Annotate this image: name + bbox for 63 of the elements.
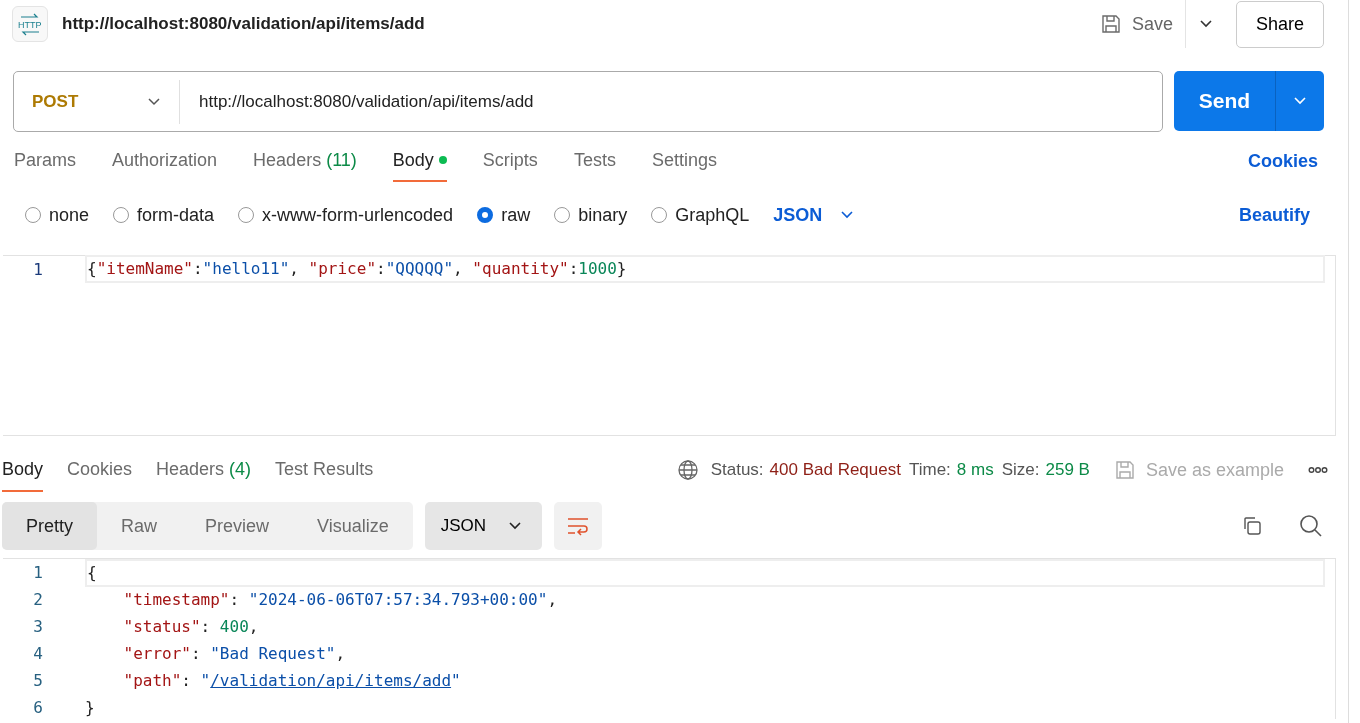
time-value: 8 ms	[956, 460, 994, 480]
search-icon[interactable]	[1298, 513, 1324, 539]
status-label: Status:	[710, 460, 764, 480]
method-dropdown[interactable]: POST	[14, 79, 180, 124]
save-button[interactable]: Save	[1087, 0, 1186, 48]
line-number: 5	[32, 671, 44, 690]
send-button[interactable]: Send	[1174, 71, 1276, 131]
request-tab[interactable]: Tests	[573, 140, 616, 182]
chevron-down-icon	[147, 96, 161, 107]
body-type-radio[interactable]: none	[25, 204, 90, 226]
beautify-link[interactable]: Beautify	[1239, 204, 1310, 226]
code-line: "path": "/validation/api/items/add"	[122, 669, 462, 692]
line-number: 2	[32, 590, 44, 609]
response-tab[interactable]: Headers (4)	[156, 448, 252, 492]
body-type-radio[interactable]: GraphQL	[651, 204, 750, 226]
line-number: 1	[32, 563, 44, 582]
body-format-dropdown[interactable]: JSON	[773, 204, 855, 226]
request-title: http://localhost:8080/validation/api/items/add	[62, 14, 425, 34]
request-body-editor[interactable]: 1 {"itemName":"hello11", "price":"QQQQQ", "quantity":1000}	[3, 255, 1336, 436]
wrap-lines-icon	[566, 516, 591, 536]
code-line: }	[85, 696, 96, 719]
view-mode-tab[interactable]: Visualize	[293, 502, 413, 550]
save-icon	[1113, 459, 1136, 481]
chevron-down-icon	[508, 521, 523, 531]
more-icon[interactable]	[1308, 466, 1328, 474]
body-type-radio[interactable]: x-www-form-urlencoded	[238, 204, 454, 226]
line-number: 3	[32, 617, 44, 636]
request-tab[interactable]: Authorization	[112, 140, 218, 182]
code-line: "status": 400,	[122, 615, 260, 638]
view-mode-tab[interactable]: Pretty	[2, 502, 97, 550]
time-label: Time:	[908, 460, 951, 480]
code-line: "timestamp": "2024-06-06T07:57:34.793+00:00",	[122, 588, 559, 611]
http-request-icon: HTTP	[12, 6, 48, 42]
line-number: 1	[32, 259, 44, 279]
size-label: Size:	[1001, 460, 1040, 480]
chevron-down-icon	[1293, 96, 1307, 106]
line-number: 6	[32, 698, 44, 717]
request-tab[interactable]: Params	[14, 140, 76, 182]
code-line: "error": "Bad Request",	[122, 642, 347, 665]
save-icon	[1099, 13, 1122, 35]
status-value: 400 Bad Request	[769, 460, 901, 480]
view-mode-tab[interactable]: Raw	[97, 502, 182, 550]
body-type-radio[interactable]: raw	[477, 204, 531, 226]
view-mode-tab[interactable]: Preview	[181, 502, 294, 550]
request-tab[interactable]: Scripts	[482, 140, 538, 182]
response-tab[interactable]: Body	[2, 448, 44, 492]
response-tab[interactable]: Cookies	[67, 448, 133, 492]
chevron-down-icon	[1199, 19, 1213, 29]
chevron-down-icon	[840, 210, 855, 220]
share-button[interactable]: Share	[1236, 0, 1324, 48]
cookies-link[interactable]: Cookies	[1247, 150, 1318, 172]
body-type-radio[interactable]: form-data	[113, 204, 215, 226]
response-format-dropdown[interactable]: JSON	[424, 502, 543, 550]
request-tab[interactable]: Body	[392, 140, 447, 182]
size-value: 259 B	[1045, 460, 1090, 480]
wrap-lines-button[interactable]	[554, 502, 603, 550]
request-tab[interactable]: Settings	[651, 140, 717, 182]
request-tab[interactable]: Headers (11)	[253, 140, 357, 182]
response-tab[interactable]: Test Results	[275, 448, 374, 492]
url-field[interactable]: POST http://localhost:8080/validation/api/items/add	[13, 71, 1163, 132]
line-number: 4	[32, 644, 44, 663]
body-type-radio[interactable]: binary	[554, 204, 628, 226]
globe-icon	[676, 459, 699, 481]
